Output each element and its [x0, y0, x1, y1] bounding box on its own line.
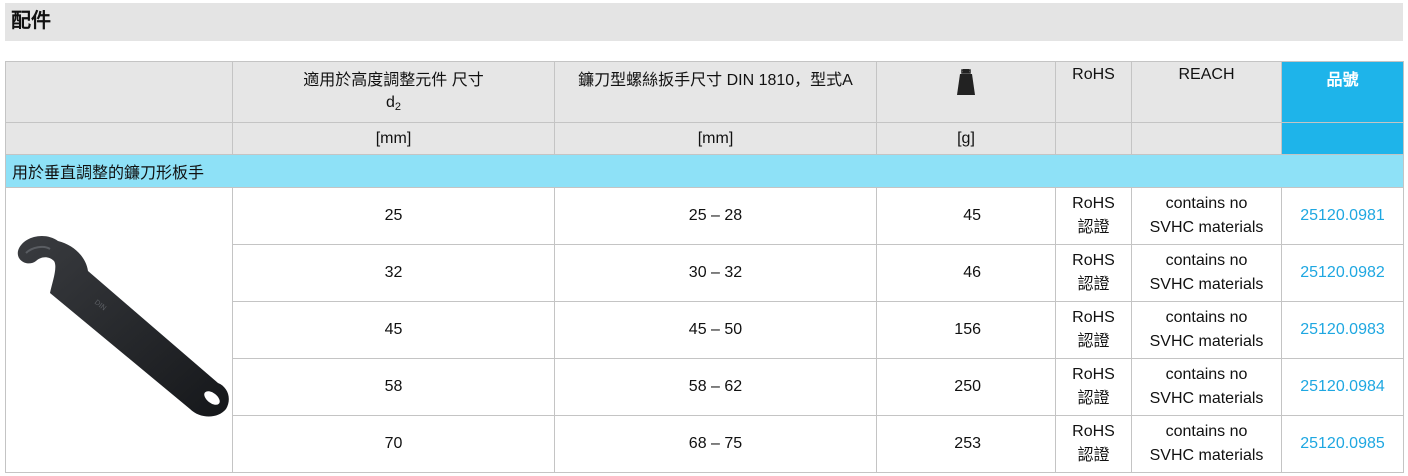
- rohs-line-1: RoHS: [1072, 195, 1115, 212]
- cell-reach: contains no SVHC materials: [1131, 187, 1282, 245]
- cell-reach: contains no SVHC materials: [1131, 358, 1282, 416]
- reach-line-1: contains no: [1165, 366, 1248, 383]
- cell-d2: 32: [232, 244, 555, 302]
- reach-line-1: contains no: [1165, 252, 1248, 269]
- header-d2-symbol: d: [385, 94, 395, 111]
- unit-d2: [mm]: [232, 122, 555, 155]
- reach-line-1: contains no: [1165, 195, 1248, 212]
- reach-line-2: SVHC materials: [1149, 219, 1264, 236]
- cell-weight: 156: [876, 301, 1056, 359]
- reach-line-1: contains no: [1165, 309, 1248, 326]
- order-number-link[interactable]: 25120.0982: [1281, 244, 1404, 302]
- unit-weight: [g]: [876, 122, 1056, 155]
- group-row: 用於垂直調整的鐮刀形板手: [5, 154, 1404, 188]
- rohs-line-2: 認證: [1077, 276, 1110, 293]
- order-number-link[interactable]: 25120.0983: [1281, 301, 1404, 359]
- header-rohs: RoHS: [1055, 61, 1132, 123]
- order-number-link[interactable]: 25120.0984: [1281, 358, 1404, 416]
- order-number-link[interactable]: 25120.0985: [1281, 415, 1404, 473]
- rohs-line-1: RoHS: [1072, 423, 1115, 440]
- header-wrench-size: 鐮刀型螺絲扳手尺寸 DIN 1810，型式A: [554, 61, 877, 123]
- header-d2-subscript: 2: [394, 101, 402, 113]
- rohs-line-1: RoHS: [1072, 309, 1115, 326]
- cell-rohs: RoHS 認證: [1055, 244, 1132, 302]
- header-d2-text: 適用於高度調整元件 尺寸: [303, 72, 484, 89]
- cell-reach: contains no SVHC materials: [1131, 244, 1282, 302]
- accessories-table: 適用於高度調整元件 尺寸 d2 鐮刀型螺絲扳手尺寸 DIN 1810，型式A R…: [5, 61, 1404, 473]
- header-weight: [876, 61, 1056, 123]
- header-d2: 適用於高度調整元件 尺寸 d2: [232, 61, 555, 123]
- cell-d2: 45: [232, 301, 555, 359]
- cell-rohs: RoHS 認證: [1055, 358, 1132, 416]
- cell-rohs: RoHS 認證: [1055, 301, 1132, 359]
- cell-wrench-size: 30 – 32: [554, 244, 877, 302]
- reach-line-2: SVHC materials: [1149, 333, 1264, 350]
- unit-image-cell: [5, 122, 233, 155]
- cell-weight: 250: [876, 358, 1056, 416]
- cell-d2: 70: [232, 415, 555, 473]
- group-title: 用於垂直調整的鐮刀形板手: [5, 154, 1404, 188]
- unit-row: [mm] [mm] [g]: [5, 122, 1404, 155]
- rohs-line-2: 認證: [1077, 390, 1110, 407]
- cell-d2: 25: [232, 187, 555, 245]
- unit-rohs: [1055, 122, 1132, 155]
- cell-reach: contains no SVHC materials: [1131, 301, 1282, 359]
- cell-wrench-size: 45 – 50: [554, 301, 877, 359]
- cell-wrench-size: 68 – 75: [554, 415, 877, 473]
- page-title: 配件: [5, 3, 1403, 41]
- unit-order: [1281, 122, 1404, 155]
- table-row: DIN 25 25 – 28 45 RoHS 認證 contains no SVHC…: [5, 187, 1404, 473]
- cell-d2: 58: [232, 358, 555, 416]
- cell-rohs: RoHS 認證: [1055, 187, 1132, 245]
- header-row: 適用於高度調整元件 尺寸 d2 鐮刀型螺絲扳手尺寸 DIN 1810，型式A R…: [5, 61, 1404, 123]
- header-order-number: 品號: [1281, 61, 1404, 123]
- rohs-line-2: 認證: [1077, 219, 1110, 236]
- rohs-line-2: 認證: [1077, 447, 1110, 464]
- cell-weight: 46: [876, 244, 1056, 302]
- cell-reach: contains no SVHC materials: [1131, 415, 1282, 473]
- hook-spanner-wrench-icon: DIN: [17, 236, 229, 417]
- cell-wrench-size: 58 – 62: [554, 358, 877, 416]
- cell-rohs: RoHS 認證: [1055, 415, 1132, 473]
- rohs-line-2: 認證: [1077, 333, 1110, 350]
- product-image-cell: DIN: [5, 187, 233, 473]
- rohs-line-1: RoHS: [1072, 252, 1115, 269]
- reach-line-2: SVHC materials: [1149, 276, 1264, 293]
- cell-wrench-size: 25 – 28: [554, 187, 877, 245]
- order-number-link[interactable]: 25120.0981: [1281, 187, 1404, 245]
- header-d2-symbol-wrap: d2: [233, 94, 554, 113]
- unit-wrench: [mm]: [554, 122, 877, 155]
- weight-icon: [957, 69, 975, 95]
- unit-reach: [1131, 122, 1282, 155]
- reach-line-2: SVHC materials: [1149, 447, 1264, 464]
- cell-weight: 253: [876, 415, 1056, 473]
- reach-line-1: contains no: [1165, 423, 1248, 440]
- header-image-cell: [5, 61, 233, 123]
- reach-line-2: SVHC materials: [1149, 390, 1264, 407]
- header-reach: REACH: [1131, 61, 1282, 123]
- cell-weight: 45: [876, 187, 1056, 245]
- rohs-line-1: RoHS: [1072, 366, 1115, 383]
